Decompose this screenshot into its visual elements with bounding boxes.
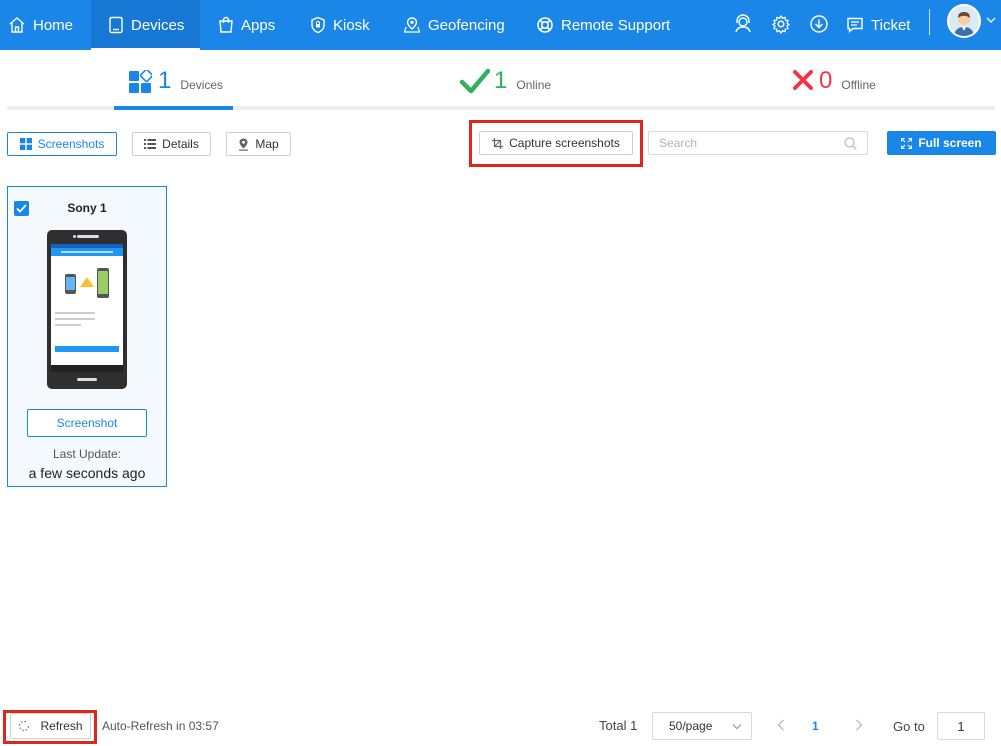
nav-ticket-label: Ticket [871,16,911,34]
nav-kiosk[interactable]: Kiosk [310,0,370,50]
device-card[interactable]: Sony 1 Screenshot Last Update: a few sec… [7,186,167,487]
nav-apps-label: Apps [241,16,276,34]
stat-offline[interactable]: 0 Offline [792,68,876,94]
highlight-capture-screenshots [469,120,643,167]
grid-icon [19,138,32,150]
gear-icon [771,14,791,34]
search-input[interactable] [659,132,839,154]
view-details-button[interactable]: Details [132,132,211,156]
devices-grid-icon [129,70,152,93]
view-screenshots-label: Screenshots [37,137,105,151]
nav-apps[interactable]: Apps [218,0,275,50]
user-avatar-icon [949,6,979,36]
list-icon [144,139,157,149]
expand-icon [901,137,913,149]
stats-active-indicator [114,106,233,110]
goto-label: Go to [893,719,925,734]
last-update-value: a few seconds ago [28,465,146,481]
chevron-down-icon[interactable] [986,16,996,24]
nav-kiosk-label: Kiosk [333,16,370,34]
screenshot-button[interactable]: Screenshot [27,409,147,437]
map-pin-icon [239,138,249,151]
page-size-select[interactable]: 50/page [652,712,752,740]
next-page-icon[interactable] [855,719,863,731]
nav-devices-label: Devices [131,16,185,34]
map-pin-icon [403,17,421,33]
view-map-button[interactable]: Map [226,132,291,156]
lifebuoy-icon [537,17,553,33]
chat-icon [847,17,863,34]
full-screen-label: Full screen [918,136,982,150]
avatar[interactable] [947,4,981,38]
online-count: 1 [494,67,508,94]
download-button[interactable] [806,11,832,37]
shopping-bag-icon [219,16,233,33]
offline-label: Offline [841,78,876,92]
nav-remote-support-label: Remote Support [561,16,671,34]
download-icon [810,15,828,33]
devices-count: 1 [158,67,172,94]
nav-divider [929,9,930,35]
tablet-icon [109,16,123,34]
highlight-refresh [3,710,97,744]
shield-lock-icon [311,16,325,34]
view-screenshots-button[interactable]: Screenshots [7,132,117,156]
nav-geofencing-label: Geofencing [428,16,505,34]
full-screen-button[interactable]: Full screen [887,131,996,155]
stat-online[interactable]: 1 Online [460,68,551,94]
devices-label: Devices [180,78,224,92]
support-agent-button[interactable] [730,11,756,37]
chevron-down-icon [732,724,742,730]
check-icon [460,68,490,94]
search-box [648,131,868,155]
view-details-label: Details [162,137,199,151]
total-count: Total 1 [599,718,638,733]
goto-page-input[interactable]: 1 [937,712,985,740]
nav-home[interactable]: Home [8,0,73,50]
last-update-label: Last Update: [52,447,122,461]
nav-geofencing[interactable]: Geofencing [403,0,505,50]
current-page[interactable]: 1 [812,719,819,733]
device-name: Sony 1 [67,201,107,215]
online-label: Online [516,78,552,92]
view-map-label: Map [255,137,279,151]
nav-remote-support[interactable]: Remote Support [536,0,670,50]
settings-button[interactable] [768,11,794,37]
top-navigation-bar: Home Devices Apps Kiosk Geofencing Remot… [0,0,1001,50]
page-size-value: 50/page [669,719,713,733]
nav-devices[interactable]: Devices [91,0,200,50]
search-icon[interactable] [844,137,857,150]
prev-page-icon[interactable] [777,719,785,731]
home-icon [9,17,25,33]
offline-count: 0 [819,67,833,94]
cross-icon [793,70,813,90]
support-agent-icon [735,14,751,33]
nav-ticket[interactable]: Ticket [846,0,910,50]
nav-home-label: Home [33,16,74,34]
auto-refresh-timer: Auto-Refresh in 03:57 [102,719,219,733]
stat-devices[interactable]: 1 Devices [128,68,223,94]
device-screenshot-image [47,230,127,389]
